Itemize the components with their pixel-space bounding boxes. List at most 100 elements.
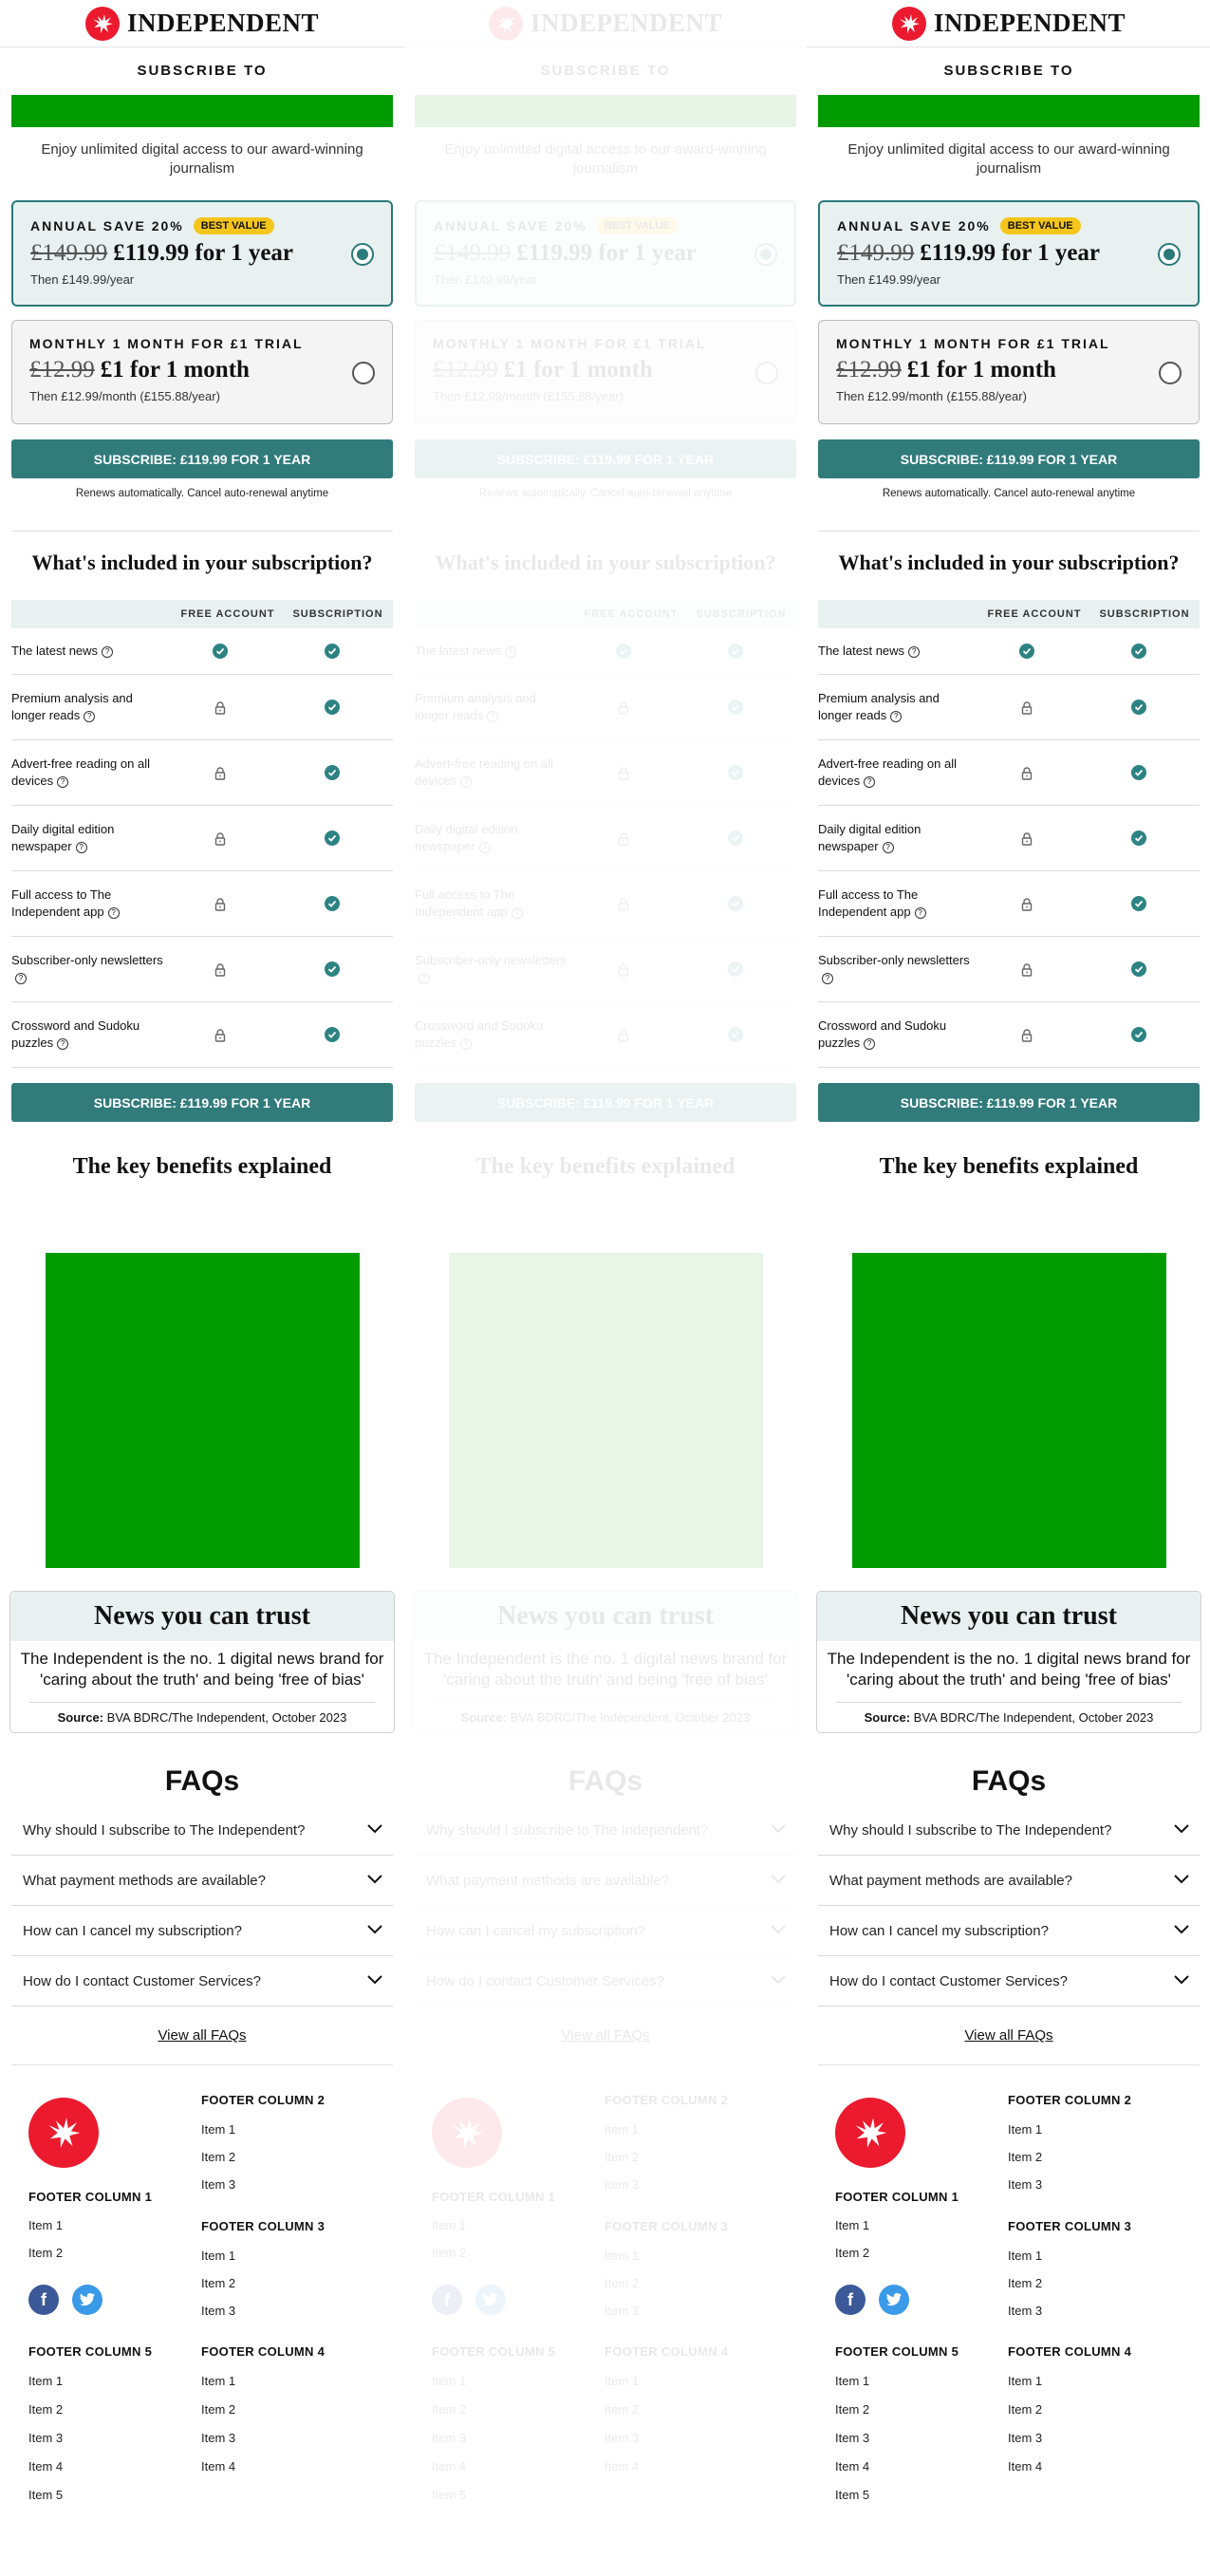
footer-link[interactable]: Item 3	[1008, 2304, 1042, 2318]
footer-link[interactable]: Item 1	[1008, 2122, 1042, 2137]
help-icon[interactable]: ?	[460, 1037, 473, 1050]
help-icon[interactable]: ?	[882, 841, 894, 853]
help-icon[interactable]: ?	[478, 841, 491, 853]
footer-link[interactable]: Item 3	[1008, 2177, 1042, 2192]
footer-link[interactable]: Item 2	[1008, 2150, 1042, 2164]
subscribe-button[interactable]: SUBSCRIBE: £119.99 FOR 1 YEAR	[818, 439, 1200, 478]
plan-option-monthly[interactable]: MONTHLY 1 MONTH FOR £1 TRIAL £12.99 £1 for…	[415, 320, 796, 424]
plan-option-monthly[interactable]: MONTHLY 1 MONTH FOR £1 TRIAL £12.99 £1 for…	[11, 320, 393, 424]
plan-option-monthly[interactable]: MONTHLY 1 MONTH FOR £1 TRIAL £12.99 £1 for…	[818, 320, 1200, 424]
footer-link[interactable]: Item 1	[835, 2374, 869, 2388]
help-icon[interactable]: ?	[487, 710, 499, 722]
footer-link[interactable]: Item 3	[835, 2431, 869, 2445]
footer-link[interactable]: Item 4	[28, 2459, 63, 2473]
footer-link[interactable]: Item 2	[201, 2276, 235, 2290]
help-icon[interactable]: ?	[511, 906, 523, 919]
view-all-faqs-link[interactable]: View all FAQs	[807, 2027, 1210, 2044]
footer-link[interactable]: Item 1	[1008, 2374, 1042, 2388]
facebook-icon[interactable]: f	[432, 2285, 462, 2315]
footer-link[interactable]: Item 1	[201, 2122, 235, 2137]
faq-item[interactable]: Why should I subscribe to The Independen…	[415, 1805, 796, 1856]
help-icon[interactable]: ?	[908, 645, 921, 658]
help-icon[interactable]: ?	[460, 775, 473, 788]
facebook-icon[interactable]: f	[28, 2285, 59, 2315]
plan-radio[interactable]	[352, 362, 375, 384]
footer-link[interactable]: Item 2	[28, 2246, 63, 2260]
footer-link[interactable]: Item 1	[1008, 2249, 1042, 2263]
footer-link[interactable]: Item 4	[432, 2459, 466, 2473]
footer-link[interactable]: Item 2	[605, 2276, 639, 2290]
footer-link[interactable]: Item 1	[835, 2218, 869, 2232]
help-icon[interactable]: ?	[102, 645, 114, 658]
twitter-icon[interactable]	[475, 2285, 506, 2315]
footer-link[interactable]: Item 1	[28, 2374, 63, 2388]
eagle-logo-icon[interactable]	[84, 6, 120, 41]
faq-item[interactable]: What payment methods are available?	[11, 1856, 393, 1906]
footer-link[interactable]: Item 4	[605, 2459, 639, 2473]
plan-radio[interactable]	[1159, 362, 1182, 384]
footer-link[interactable]: Item 3	[432, 2431, 466, 2445]
facebook-icon[interactable]: f	[835, 2285, 866, 2315]
footer-link[interactable]: Item 2	[1008, 2276, 1042, 2290]
footer-link[interactable]: Item 1	[201, 2249, 235, 2263]
footer-link[interactable]: Item 1	[432, 2374, 466, 2388]
faq-item[interactable]: How can I cancel my subscription?	[11, 1906, 393, 1956]
footer-link[interactable]: Item 3	[1008, 2431, 1042, 2445]
faq-item[interactable]: Why should I subscribe to The Independen…	[11, 1805, 393, 1856]
footer-link[interactable]: Item 3	[605, 2304, 639, 2318]
plan-option-annual[interactable]: ANNUAL SAVE 20% BEST VALUE £149.99 £119.99 …	[818, 200, 1200, 307]
footer-link[interactable]: Item 3	[201, 2304, 235, 2318]
footer-link[interactable]: Item 2	[432, 2246, 466, 2260]
footer-link[interactable]: Item 1	[201, 2374, 235, 2388]
footer-link[interactable]: Item 5	[28, 2488, 63, 2502]
help-icon[interactable]: ?	[57, 1037, 69, 1050]
help-icon[interactable]: ?	[15, 972, 27, 984]
footer-link[interactable]: Item 2	[835, 2246, 869, 2260]
eagle-logo-icon[interactable]	[432, 2098, 502, 2168]
help-icon[interactable]: ?	[864, 775, 876, 788]
footer-link[interactable]: Item 5	[432, 2488, 466, 2502]
help-icon[interactable]: ?	[57, 775, 69, 788]
footer-link[interactable]: Item 1	[28, 2218, 63, 2232]
eagle-logo-icon[interactable]	[488, 6, 523, 41]
help-icon[interactable]: ?	[822, 972, 833, 984]
footer-link[interactable]: Item 4	[201, 2459, 235, 2473]
plan-radio[interactable]	[754, 243, 777, 266]
subscribe-button[interactable]: SUBSCRIBE: £119.99 FOR 1 YEAR	[11, 439, 393, 478]
subscribe-button[interactable]: SUBSCRIBE: £119.99 FOR 1 YEAR	[818, 1083, 1200, 1122]
subscribe-button[interactable]: SUBSCRIBE: £119.99 FOR 1 YEAR	[11, 1083, 393, 1122]
help-icon[interactable]: ?	[914, 906, 926, 919]
help-icon[interactable]: ?	[505, 645, 517, 658]
eagle-logo-icon[interactable]	[891, 6, 926, 41]
faq-item[interactable]: How do I contact Customer Services?	[11, 1956, 393, 2007]
footer-link[interactable]: Item 2	[835, 2402, 869, 2417]
faq-item[interactable]: How do I contact Customer Services?	[415, 1956, 796, 2007]
twitter-icon[interactable]	[72, 2285, 102, 2315]
footer-link[interactable]: Item 3	[605, 2431, 639, 2445]
footer-link[interactable]: Item 2	[201, 2402, 235, 2417]
footer-link[interactable]: Item 4	[1008, 2459, 1042, 2473]
plan-radio[interactable]	[351, 243, 374, 266]
faq-item[interactable]: How can I cancel my subscription?	[818, 1906, 1200, 1956]
footer-link[interactable]: Item 3	[605, 2177, 639, 2192]
footer-link[interactable]: Item 2	[1008, 2402, 1042, 2417]
faq-item[interactable]: Why should I subscribe to The Independen…	[818, 1805, 1200, 1856]
footer-link[interactable]: Item 4	[835, 2459, 869, 2473]
faq-item[interactable]: How do I contact Customer Services?	[818, 1956, 1200, 2007]
help-icon[interactable]: ?	[84, 710, 96, 722]
plan-option-annual[interactable]: ANNUAL SAVE 20% BEST VALUE £149.99 £119.99 …	[11, 200, 393, 307]
twitter-icon[interactable]	[879, 2285, 909, 2315]
plan-radio[interactable]	[755, 362, 778, 384]
eagle-logo-icon[interactable]	[835, 2098, 905, 2168]
help-icon[interactable]: ?	[107, 906, 120, 919]
view-all-faqs-link[interactable]: View all FAQs	[0, 2027, 404, 2044]
plan-radio[interactable]	[1158, 243, 1181, 266]
help-icon[interactable]: ?	[419, 972, 430, 984]
faq-item[interactable]: What payment methods are available?	[415, 1856, 796, 1906]
eagle-logo-icon[interactable]	[28, 2098, 99, 2168]
subscribe-button[interactable]: SUBSCRIBE: £119.99 FOR 1 YEAR	[415, 1083, 796, 1122]
footer-link[interactable]: Item 3	[201, 2431, 235, 2445]
help-icon[interactable]: ?	[890, 710, 903, 722]
help-icon[interactable]: ?	[75, 841, 87, 853]
footer-link[interactable]: Item 2	[605, 2402, 639, 2417]
